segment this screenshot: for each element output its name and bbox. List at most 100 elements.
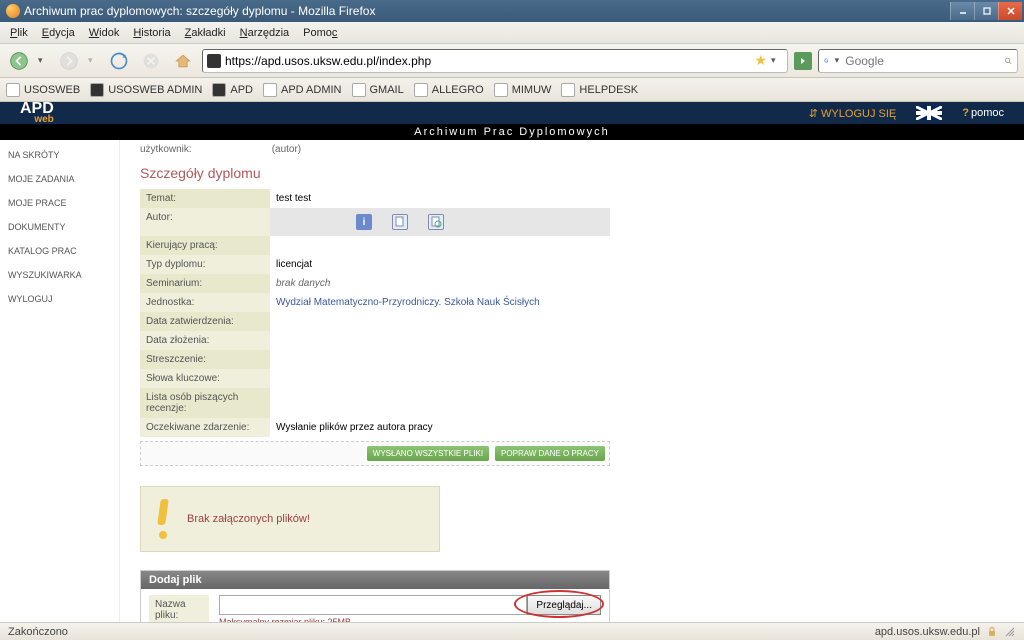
search-input[interactable]	[845, 54, 1000, 68]
row-label: Typ dyplomu:	[140, 255, 270, 274]
bookmark-apd-admin[interactable]: APD ADMIN	[263, 83, 342, 97]
unit-link[interactable]: Wydział Matematyczno-Przyrodniczy. Szkoł…	[270, 293, 610, 312]
row-label: Słowa kluczowe:	[140, 369, 270, 388]
app-header: APD web ⇵ WYLOGUJ SIĘ ?pomoc	[0, 102, 1024, 124]
url-dropdown[interactable]: ▾	[771, 55, 783, 66]
search-icon[interactable]	[1004, 53, 1013, 69]
svg-text:G: G	[824, 58, 828, 64]
reload-button[interactable]	[106, 48, 132, 74]
add-file-panel: Dodaj plik Nazwa pliku: Przeglądaj... Ma…	[140, 570, 610, 622]
nav-toolbar: ▾ ▾ https://apd.usos.uksw.edu.pl/index.p…	[0, 44, 1024, 78]
row-label: Oczekiwane zdarzenie:	[140, 418, 270, 437]
forward-dropdown[interactable]: ▾	[88, 55, 100, 66]
menu-file[interactable]: Plik	[4, 25, 34, 41]
sidebar-item-search[interactable]: WYSZUKIWARKA	[8, 270, 111, 280]
status-bar: Zakończono apd.usos.uksw.edu.pl	[0, 622, 1024, 640]
sidebar-item-shortcuts[interactable]: NA SKRÓTY	[8, 150, 111, 160]
status-domain: apd.usos.uksw.edu.pl	[875, 626, 980, 638]
back-button[interactable]	[6, 48, 32, 74]
search-engine-dropdown[interactable]: ▾	[835, 55, 842, 66]
site-icon	[207, 54, 221, 68]
app-logo: APD web	[20, 101, 54, 125]
no-files-alert: Brak załączonych plików!	[140, 486, 440, 552]
send-all-files-button[interactable]: WYSŁANO WSZYSTKIE PLIKI	[367, 446, 489, 461]
sidebar-item-catalog[interactable]: KATALOG PRAC	[8, 246, 111, 256]
window-title: Archiwum prac dyplomowych: szczegóły dyp…	[24, 4, 375, 18]
search-bar[interactable]: G ▾	[818, 49, 1018, 73]
row-value	[270, 369, 610, 388]
row-label: Kierujący pracą:	[140, 236, 270, 255]
details-table: Temat:test test Autor: i Kierujący pracą…	[140, 189, 610, 466]
row-label: Temat:	[140, 189, 270, 208]
row-label: Autor:	[140, 208, 270, 236]
bookmark-usosweb[interactable]: USOSWEB	[6, 83, 80, 97]
logout-link[interactable]: ⇵ WYLOGUJ SIĘ	[809, 107, 896, 120]
section-title: Szczegóły dyplomu	[140, 165, 1004, 181]
stop-button[interactable]	[138, 48, 164, 74]
menu-help[interactable]: Pomoc	[297, 25, 343, 41]
sidebar: NA SKRÓTY MOJE ZADANIA MOJE PRACE DOKUME…	[0, 140, 120, 622]
firefox-icon	[6, 4, 20, 18]
forward-button[interactable]	[56, 48, 82, 74]
menu-edit[interactable]: Edycja	[36, 25, 81, 41]
menu-file-label: lik	[17, 27, 27, 39]
add-file-header: Dodaj plik	[141, 571, 609, 589]
row-value: test test	[270, 189, 610, 208]
file-name-input[interactable]	[219, 595, 527, 615]
user-role: (autor)	[272, 144, 301, 155]
bookmark-apd[interactable]: APD	[212, 83, 253, 97]
file-name-label: Nazwa pliku:	[149, 595, 209, 622]
bookmark-allegro[interactable]: ALLEGRO	[414, 83, 484, 97]
row-value	[270, 331, 610, 350]
sidebar-item-my-tasks[interactable]: MOJE ZADANIA	[8, 174, 111, 184]
help-link[interactable]: ?pomoc	[962, 107, 1004, 119]
row-label: Jednostka:	[140, 293, 270, 312]
back-dropdown[interactable]: ▾	[38, 55, 50, 66]
menu-view[interactable]: Widok	[83, 25, 126, 41]
sidebar-item-my-works[interactable]: MOJE PRACE	[8, 198, 111, 208]
row-value: brak danych	[270, 274, 610, 293]
info-icon[interactable]: i	[356, 214, 372, 230]
fix-data-button[interactable]: POPRAW DANE O PRACY	[495, 446, 605, 461]
menu-bar: Plik Edycja Widok Historia Zakładki Narz…	[0, 22, 1024, 44]
url-text: https://apd.usos.uksw.edu.pl/index.php	[225, 54, 750, 68]
main-content: użytkownik: (autor) Szczegóły dyplomu Te…	[120, 140, 1024, 622]
row-value	[270, 350, 610, 369]
window-minimize-button[interactable]	[950, 2, 974, 20]
bookmark-gmail[interactable]: GMAIL	[352, 83, 404, 97]
row-label: Streszczenie:	[140, 350, 270, 369]
menu-bookmarks[interactable]: Zakładki	[179, 25, 232, 41]
row-value	[270, 312, 610, 331]
window-maximize-button[interactable]	[974, 2, 998, 20]
url-bar[interactable]: https://apd.usos.uksw.edu.pl/index.php ★…	[202, 49, 788, 73]
sidebar-item-documents[interactable]: DOKUMENTY	[8, 222, 111, 232]
resize-grip-icon	[1004, 626, 1016, 638]
user-label: użytkownik:	[140, 144, 192, 155]
row-value	[270, 236, 610, 255]
row-value: Wysłanie plików przez autora pracy	[270, 418, 610, 437]
sidebar-item-logout[interactable]: WYLOGUJ	[8, 294, 111, 304]
row-label: Lista osób piszących recenzje:	[140, 388, 270, 418]
bookmark-mimuw[interactable]: MIMUW	[494, 83, 552, 97]
row-label: Seminarium:	[140, 274, 270, 293]
document-refresh-icon[interactable]	[428, 214, 444, 230]
warning-icon	[153, 499, 173, 539]
row-value: licencjat	[270, 255, 610, 274]
home-button[interactable]	[170, 48, 196, 74]
browse-button[interactable]: Przeglądaj...	[527, 595, 601, 615]
app-sub-header: Archiwum Prac Dyplomowych	[0, 124, 1024, 140]
document-icon[interactable]	[392, 214, 408, 230]
row-label: Data zatwierdzenia:	[140, 312, 270, 331]
bookmark-helpdesk[interactable]: HELPDESK	[561, 83, 638, 97]
window-close-button[interactable]	[998, 2, 1022, 20]
bookmark-usosweb-admin[interactable]: USOSWEB ADMIN	[90, 83, 202, 97]
alert-text: Brak załączonych plików!	[187, 513, 310, 525]
language-flag-uk[interactable]	[916, 106, 942, 120]
status-left: Zakończono	[8, 626, 68, 638]
lock-icon	[986, 626, 998, 638]
go-button[interactable]	[794, 52, 812, 70]
menu-tools[interactable]: Narzędzia	[234, 25, 296, 41]
menu-history[interactable]: Historia	[127, 25, 176, 41]
window-titlebar: Archiwum prac dyplomowych: szczegóły dyp…	[0, 0, 1024, 22]
bookmark-star-icon[interactable]: ★	[754, 52, 767, 69]
